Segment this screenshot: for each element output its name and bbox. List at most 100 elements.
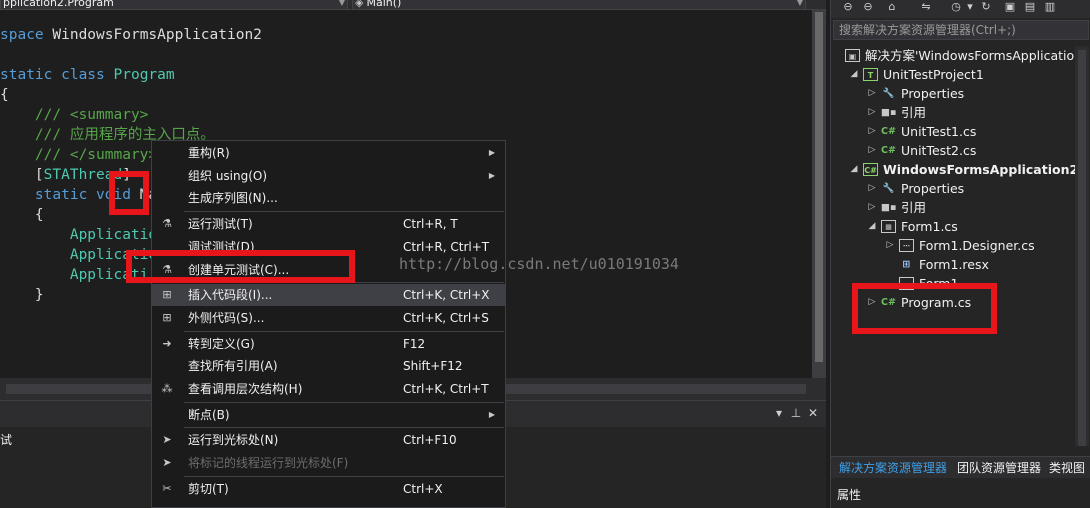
show-all-files-icon[interactable]: ▥ [1043,0,1057,14]
tree-item[interactable]: ◢ T UnitTestProject1 [831,65,1075,84]
properties-icon[interactable]: ▤ [1023,0,1037,14]
scroll-thumb[interactable] [1078,50,1086,446]
menu-item-label: 查看调用层次结构(H) [188,382,303,396]
refresh-icon[interactable]: ↻ [979,0,993,14]
menu-item[interactable]: 组织 using(O) ▶ [152,165,505,187]
menu-item-label: 剪切(T) [188,481,229,496]
collapse-arrow-icon[interactable]: ◢ [849,65,859,84]
tree-item[interactable]: ⊞ Form1.resx [831,255,1075,274]
test-project-icon: T [863,68,878,81]
tree-item-label: UnitTestProject1 [883,67,984,82]
menu-item[interactable]: ⊞ 外侧代码(S)... Ctrl+K, Ctrl+S [152,307,505,329]
tree-item-label: UnitTest1.cs [901,124,977,139]
expand-arrow-icon[interactable]: ▷ [867,179,877,198]
tree-item-label: Form1.resx [919,257,989,272]
close-icon[interactable]: ✕ [806,405,820,421]
method-dropdown[interactable]: ◈ Main() ▼ [352,0,806,10]
back-icon[interactable]: ⊖ [841,0,855,14]
solution-icon: ▣ [845,49,860,62]
menu-item-shortcut: Ctrl+K, Ctrl+X [403,288,490,303]
menu-item[interactable]: ✂ 剪切(T) Ctrl+X [152,478,505,500]
tab-solution-explorer[interactable]: 解决方案资源管理器 [839,460,947,476]
go-to-definition-icon: ➜ [162,336,172,350]
menu-item[interactable]: ⚗ 运行测试(T) Ctrl+R, T [152,213,505,235]
tab-class-view[interactable]: 类视图 [1049,460,1085,476]
vs-ide-window: pplication2.Program ▼ ◈ Main() ▼ space Wi… [0,0,1090,508]
menu-item[interactable]: ⊞ 插入代码段(I)... Ctrl+K, Ctrl+X [152,284,505,307]
editor-vertical-scrollbar[interactable] [812,10,826,378]
solution-search-input[interactable]: 搜索解决方案资源管理器(Ctrl+;) [833,20,1089,40]
tree-item[interactable]: ▷ 🔧 Properties [831,84,1075,103]
code-line[interactable]: { [0,205,44,225]
tree-item[interactable]: ▷ ■▪ 引用 [831,103,1075,122]
tree-item[interactable]: ◢ ▦ Form1.cs [831,217,1075,236]
solution-explorer: ⊖ ⊖ ⌂ ⇋ ◷ ▾ ↻ ▣ ▤ ▥ 搜索解决方案资源管理器(Ctrl+;) … [830,0,1090,508]
resource-file-icon: ⊞ [902,259,911,270]
wrench-icon: 🔧 [882,183,895,194]
menu-item[interactable]: 生成序列图(N)... [152,187,505,209]
csharp-file-icon: C# [881,126,896,137]
tree-item[interactable]: ▷ C# UnitTest2.cs [831,141,1075,160]
menu-item[interactable]: 重构(R) ▶ [152,142,505,164]
expand-arrow-icon[interactable]: ▷ [867,103,877,122]
panel-title: 试 [0,433,13,447]
dropdown-arrow-icon[interactable]: ▾ [772,405,786,421]
menu-item[interactable]: 断点(B) ▶ [152,404,505,426]
code-line[interactable]: static class Program [0,65,175,85]
code-line[interactable]: { [0,85,9,105]
menu-item[interactable]: ⁂ 查看调用层次结构(H) Ctrl+K, Ctrl+T [152,378,505,400]
chevron-down-icon[interactable]: ▾ [963,0,977,14]
editor-navigation-bar: pplication2.Program ▼ ◈ Main() ▼ [0,0,826,10]
menu-item-label: 生成序列图(N)... [188,191,278,206]
collapse-arrow-icon[interactable]: ◢ [849,160,859,179]
menu-item-shortcut: Ctrl+K, Ctrl+S [403,310,489,325]
code-line[interactable]: /// <summary> [0,105,149,125]
tab-team-explorer[interactable]: 团队资源管理器 [957,460,1041,476]
menu-item[interactable]: 查找所有引用(A) Shift+F12 [152,355,505,377]
annotation-program-cs-box [852,283,997,334]
class-dropdown-value: pplication2.Program [3,0,114,9]
home-icon[interactable]: ⌂ [885,0,899,14]
class-dropdown[interactable]: pplication2.Program ▼ [0,0,348,10]
tree-item[interactable]: ◢ C# WindowsFormsApplication2 [831,160,1079,179]
tree-item[interactable]: ▷ ■▪ 引用 [831,198,1075,217]
submenu-arrow-icon: ▶ [488,409,495,419]
code-line[interactable]: } [0,285,44,305]
menu-item[interactable]: ➤ 运行到光标处(N) Ctrl+F10 [152,429,505,451]
submenu-arrow-icon: ▶ [488,170,495,180]
tree-item-label: 引用 [901,105,927,120]
code-token: { [0,207,44,223]
menu-item-shortcut: Ctrl+R, Ctrl+T [403,239,490,254]
code-line[interactable]: space WindowsFormsApplication2 [0,25,262,45]
method-dropdown-value: Main() [366,0,402,9]
scroll-thumb[interactable] [815,12,823,362]
solution-vertical-scrollbar[interactable] [1075,46,1089,446]
code-line[interactable]: /// </summary> [0,145,157,165]
expand-arrow-icon[interactable]: ▷ [867,198,877,217]
solution-tab-strip: 解决方案资源管理器 团队资源管理器 类视图 [831,456,1090,478]
forward-icon[interactable]: ⊖ [861,0,875,14]
csharp-project-icon: C# [863,163,878,176]
tree-item-label: UnitTest2.cs [901,143,977,158]
expand-arrow-icon[interactable]: ▷ [867,122,877,141]
expand-arrow-icon[interactable]: ▷ [885,236,895,255]
csharp-file-icon: C# [881,145,896,156]
context-menu: 重构(R) ▶ 组织 using(O) ▶ 生成序列图(N)... ⚗ 运行测试(T) Ctr… [151,140,506,508]
tree-item[interactable]: ▷ C# UnitTest1.cs [831,122,1075,141]
pin-icon[interactable]: ⊥ [789,405,803,421]
history-icon[interactable]: ◷ [949,0,963,14]
tree-item[interactable]: ▷ 🔧 Properties [831,179,1075,198]
sync-icon[interactable]: ⇋ [919,0,933,14]
expand-arrow-icon[interactable]: ▷ [867,141,877,160]
menu-item[interactable]: ➜ 转到定义(G) F12 [152,333,505,355]
tree-item[interactable]: ▣ 解决方案'WindowsFormsApplication2' ( [831,46,1090,65]
code-line[interactable]: Applicatio [0,225,157,245]
code-token: Applicatio [0,227,158,243]
menu-item-shortcut: Ctrl+K, Ctrl+T [403,382,489,396]
collapse-arrow-icon[interactable]: ◢ [867,217,877,236]
tree-item[interactable]: ▷ ⋯ Form1.Designer.cs [831,236,1075,255]
code-token: /// <summary> [0,107,149,123]
expand-arrow-icon[interactable]: ▷ [867,84,877,103]
collapse-icon[interactable]: ▣ [1003,0,1017,14]
menu-item: ➤ 将标记的线程运行到光标处(F) [152,452,505,474]
